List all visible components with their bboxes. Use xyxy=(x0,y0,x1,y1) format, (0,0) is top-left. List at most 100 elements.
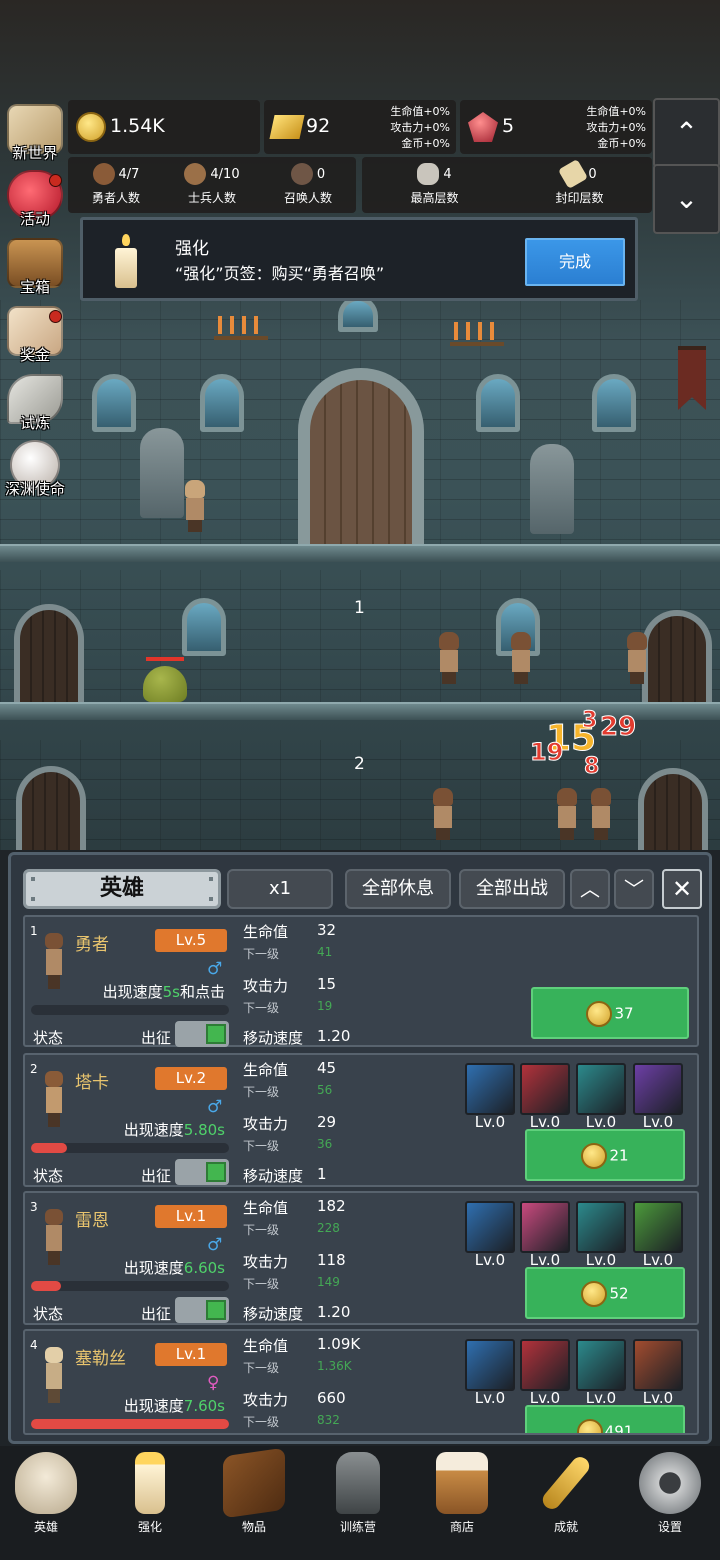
ruby-bonus: 生命值+0% 攻击力+0% 金币+0% xyxy=(586,104,646,152)
side-item-bonus[interactable]: 奖金 xyxy=(2,306,68,376)
chevron-up-icon: ⌃ xyxy=(674,116,699,149)
dungeon-door xyxy=(642,610,712,710)
hero-spawn-speed: 出现速度6.60s xyxy=(124,1257,225,1278)
gold-coin-icon xyxy=(76,112,106,142)
upgrade-button[interactable]: 491 xyxy=(525,1405,685,1433)
floor-label: 2 xyxy=(354,754,365,774)
side-item-chest[interactable]: 宝箱 xyxy=(2,238,68,308)
list-down-button[interactable]: ﹀ xyxy=(614,869,654,909)
bat-icon[interactable] xyxy=(633,1339,683,1391)
hero-portrait xyxy=(41,933,67,997)
gold-coin-icon xyxy=(586,1000,613,1027)
atk-label: 攻击力 xyxy=(243,1253,289,1271)
deploy-all-button[interactable]: 全部出战 xyxy=(459,869,565,909)
side-item-abyss-mission[interactable]: 深渊使命 xyxy=(2,440,68,510)
hero-sprite[interactable] xyxy=(556,788,578,840)
hero-hp-bar xyxy=(31,1281,229,1291)
upgrade-button[interactable]: 21 xyxy=(525,1129,685,1181)
rest-all-button[interactable]: 全部休息 xyxy=(345,869,451,909)
beer-mug-icon xyxy=(436,1452,488,1514)
nav-enhance[interactable]: 强化 xyxy=(100,1452,200,1535)
hero-sprite[interactable] xyxy=(184,480,206,532)
hp-next-value: 1.36K xyxy=(317,1359,352,1373)
atk-value: 118 xyxy=(317,1251,346,1269)
move-speed-label: 移动速度 xyxy=(243,1305,304,1323)
skull-icon xyxy=(15,1452,77,1514)
hero-count-label: 勇者人数 xyxy=(91,191,140,205)
atk-label: 攻击力 xyxy=(243,977,289,995)
double-axe-icon[interactable] xyxy=(520,1063,570,1115)
side-item-label: 试炼 xyxy=(19,414,50,432)
monster-icon[interactable] xyxy=(520,1339,570,1391)
candle-icon xyxy=(113,234,139,288)
nav-items[interactable]: 物品 xyxy=(204,1447,304,1535)
candle-icon xyxy=(135,1452,165,1514)
scroll-icon xyxy=(558,158,589,190)
equip-level: Lv.0 xyxy=(474,1251,506,1269)
next-level-label: 下一级 xyxy=(243,1001,280,1015)
move-speed-label: 移动速度 xyxy=(243,1029,304,1047)
gold-resource: 1.54K xyxy=(68,100,260,154)
armored-boots-icon[interactable] xyxy=(576,1339,626,1391)
dungeon-door xyxy=(14,604,84,704)
deploy-toggle[interactable] xyxy=(175,1159,229,1185)
leather-boots-icon[interactable] xyxy=(576,1201,626,1253)
close-panel-button[interactable]: ✕ xyxy=(662,869,702,909)
nav-hero[interactable]: 英雄 xyxy=(0,1452,96,1535)
gold-amount: 1.54K xyxy=(110,115,165,137)
atk-next-value: 36 xyxy=(317,1137,333,1151)
lizard-icon[interactable] xyxy=(633,1201,683,1253)
hammer-icon[interactable] xyxy=(633,1063,683,1115)
scroll-up-button[interactable]: ⌃ xyxy=(653,98,720,168)
state-label: 状态 xyxy=(33,1029,64,1047)
sword-icon[interactable] xyxy=(465,1201,515,1253)
soldier-count-label: 士兵人数 xyxy=(187,191,236,205)
chevron-up-icon: ︿ xyxy=(580,877,600,901)
side-item-event[interactable]: 活动 xyxy=(2,170,68,240)
hero-level-badge: Lv.5 xyxy=(155,929,227,952)
iron-boots-icon[interactable] xyxy=(576,1063,626,1115)
list-up-button[interactable]: ︿ xyxy=(570,869,610,909)
hero-sprite[interactable] xyxy=(438,632,460,684)
soldier-count-value: 4/10 xyxy=(210,166,240,182)
next-level-label: 下一级 xyxy=(243,1139,280,1153)
slime-enemy[interactable] xyxy=(143,666,187,702)
side-item-label: 新世界 xyxy=(12,144,58,162)
side-item-trial[interactable]: 试炼 xyxy=(2,374,68,444)
castle-window xyxy=(338,296,378,332)
castle-wall xyxy=(0,570,720,720)
atk-label: 攻击力 xyxy=(243,1115,289,1133)
nav-achievements[interactable]: 成就 xyxy=(516,1452,616,1535)
deploy-label: 出征 xyxy=(141,1029,172,1047)
star-shield-icon[interactable] xyxy=(465,1339,515,1391)
upgrade-button[interactable]: 37 xyxy=(531,987,689,1039)
hp-value: 182 xyxy=(317,1197,346,1215)
hero-sprite[interactable] xyxy=(432,788,454,840)
nav-training-camp[interactable]: 训练营 xyxy=(308,1452,408,1535)
deploy-toggle[interactable] xyxy=(175,1297,229,1323)
atk-value: 660 xyxy=(317,1389,346,1407)
soldier-head-icon xyxy=(184,163,207,185)
nav-settings[interactable]: 设置 xyxy=(620,1452,720,1535)
side-item-new-world[interactable]: 新世界 xyxy=(2,104,68,174)
spawn-speed-label: 出现速度 xyxy=(123,1121,184,1139)
summon-count-value: 0 xyxy=(316,166,326,182)
summon-count: 0 召唤人数 xyxy=(260,163,356,206)
nav-shop[interactable]: 商店 xyxy=(412,1452,512,1535)
blade-icon[interactable] xyxy=(520,1201,570,1253)
hero-sprite[interactable] xyxy=(510,632,532,684)
hero-sprite[interactable] xyxy=(626,632,648,684)
next-level-label: 下一级 xyxy=(243,1223,280,1237)
side-item-label: 宝箱 xyxy=(19,278,50,296)
panel-rivet xyxy=(31,897,35,901)
hero-sprite[interactable] xyxy=(590,788,612,840)
scroll-down-button[interactable]: ⌄ xyxy=(653,164,720,234)
speed-multiplier-button[interactable]: x1 xyxy=(227,869,333,909)
side-item-label: 奖金 xyxy=(19,346,50,364)
tab-hero[interactable]: 英雄 xyxy=(23,869,221,909)
deploy-toggle[interactable] xyxy=(175,1021,229,1047)
bonus-gold: 金币+0% xyxy=(401,137,450,150)
axe-shield-icon[interactable] xyxy=(465,1063,515,1115)
quest-complete-button[interactable]: 完成 xyxy=(525,238,625,286)
upgrade-button[interactable]: 52 xyxy=(525,1267,685,1319)
